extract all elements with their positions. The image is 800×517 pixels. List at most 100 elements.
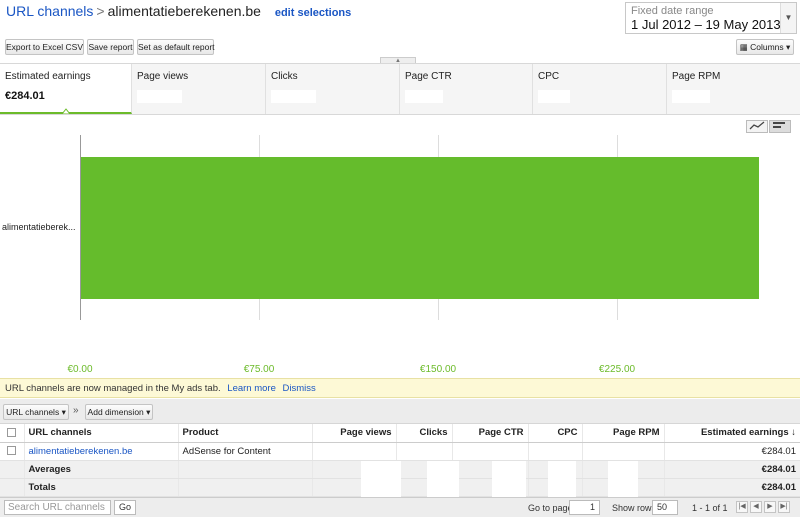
- select-all-cell: [0, 424, 25, 443]
- averages-label: Averages: [24, 460, 179, 479]
- columns-icon: ▦: [739, 42, 748, 52]
- col-header-page-rpm[interactable]: Page RPM: [582, 424, 665, 443]
- active-tab-notch-icon: [62, 108, 70, 114]
- set-default-report-button[interactable]: Set as default report: [137, 39, 215, 55]
- averages-earnings: €284.01: [664, 460, 800, 479]
- spacer-cell: [0, 460, 25, 479]
- redacted-block: [608, 461, 638, 497]
- columns-button[interactable]: ▦ Columns ▾: [736, 39, 794, 55]
- date-range-picker[interactable]: Fixed date range 1 Jul 2012 – 19 May 201…: [625, 2, 797, 34]
- last-page-icon[interactable]: ▶|: [778, 501, 790, 513]
- product-cell: AdSense for Content: [178, 442, 313, 461]
- metric-tab-cpc[interactable]: CPC: [533, 64, 667, 114]
- col-header-page-ctr[interactable]: Page CTR: [452, 424, 529, 443]
- date-range-value: 1 Jul 2012 – 19 May 2013: [631, 17, 781, 32]
- metric-label: Estimated earnings: [5, 71, 91, 82]
- chart-tick-label: €75.00: [243, 364, 275, 375]
- metric-value-hidden: [672, 90, 710, 103]
- metric-label: Clicks: [271, 71, 298, 82]
- table-header-row: URL channels Product Page views Clicks P…: [0, 424, 800, 443]
- notice-text: URL channels are now managed in the My a…: [5, 383, 221, 394]
- metric-value-hidden: [405, 90, 443, 103]
- dismiss-link[interactable]: Dismiss: [283, 383, 316, 394]
- chart-bar[interactable]: [81, 157, 759, 299]
- metric-tab-estimated-earnings[interactable]: Estimated earnings €284.01: [0, 64, 132, 114]
- edit-selections-link[interactable]: edit selections: [275, 7, 351, 19]
- clicks-cell: [396, 442, 453, 461]
- metric-value: €284.01: [5, 90, 45, 102]
- line-chart-toggle-icon[interactable]: [746, 120, 768, 133]
- col-header-cpc[interactable]: CPC: [528, 424, 583, 443]
- col-header-estimated-earnings[interactable]: Estimated earnings ↓: [664, 424, 800, 443]
- search-go-button[interactable]: Go: [114, 500, 137, 515]
- pagination-range: 1 - 1 of 1: [692, 503, 728, 513]
- goto-page-label: Go to page:: [528, 503, 576, 513]
- redacted-block: [492, 461, 526, 497]
- add-dimension-label: Add dimension: [87, 407, 144, 417]
- goto-page-input[interactable]: 1: [569, 500, 600, 515]
- breadcrumb: URL channels > alimentatieberekenen.be edi…: [6, 3, 351, 19]
- show-rows-select[interactable]: 50 ▾: [652, 500, 678, 517]
- breadcrumb-url-channels-link[interactable]: URL channels: [6, 3, 93, 19]
- metric-tab-page-ctr[interactable]: Page CTR: [400, 64, 533, 114]
- table-footer: Go Go to page: 1 Show rows 50 ▾ 1 - 1 of…: [0, 497, 800, 517]
- empty-cell: [178, 478, 313, 497]
- chart-category-label: alimentatieberek...: [2, 222, 76, 232]
- row-checkbox[interactable]: [7, 446, 17, 456]
- select-all-checkbox[interactable]: [7, 428, 17, 438]
- dimension-label: URL channels: [6, 407, 60, 417]
- metric-tabs: Estimated earnings €284.01 Page views Cl…: [0, 63, 800, 115]
- save-report-button[interactable]: Save report: [87, 39, 134, 55]
- spacer-cell: [0, 478, 25, 497]
- redacted-block: [361, 461, 401, 497]
- page-ctr-cell: [452, 442, 529, 461]
- page-rpm-cell: [582, 442, 665, 461]
- cpc-cell: [528, 442, 583, 461]
- empty-cell: [178, 460, 313, 479]
- metric-label: Page RPM: [672, 71, 721, 82]
- col-header-product[interactable]: Product: [178, 424, 313, 443]
- chevrons-right-icon: »: [73, 405, 79, 416]
- breadcrumb-separator: >: [96, 3, 105, 19]
- totals-earnings: €284.01: [664, 478, 800, 497]
- chart-tick-label: €225.00: [598, 364, 636, 375]
- totals-label: Totals: [24, 478, 179, 497]
- col-header-clicks[interactable]: Clicks: [396, 424, 453, 443]
- search-url-channels-input[interactable]: [4, 500, 111, 515]
- metric-label: Page CTR: [405, 71, 452, 82]
- first-page-icon[interactable]: |◀: [736, 501, 748, 513]
- metric-tab-page-rpm[interactable]: Page RPM: [667, 64, 800, 114]
- chevron-down-icon: ▾: [61, 407, 66, 417]
- show-rows-label: Show rows: [612, 503, 657, 513]
- chevron-down-icon: ▾: [786, 42, 791, 52]
- channel-link[interactable]: alimentatieberekenen.be: [24, 442, 179, 461]
- col-header-page-views[interactable]: Page views: [312, 424, 397, 443]
- metric-tab-clicks[interactable]: Clicks: [266, 64, 400, 114]
- breadcrumb-current: alimentatieberekenen.be: [107, 3, 261, 19]
- chart-tick-label: €0.00: [67, 364, 93, 375]
- next-page-icon[interactable]: ▶: [764, 501, 776, 513]
- redacted-block: [427, 461, 459, 497]
- metric-tab-page-views[interactable]: Page views: [132, 64, 266, 114]
- learn-more-link[interactable]: Learn more: [227, 383, 276, 394]
- metric-label: CPC: [538, 71, 560, 82]
- col-header-url-channels[interactable]: URL channels: [24, 424, 179, 443]
- columns-label: Columns: [750, 42, 784, 52]
- redacted-block: [548, 461, 576, 497]
- chevron-down-icon[interactable]: ▼: [780, 3, 796, 33]
- export-csv-button[interactable]: Export to Excel CSV: [5, 39, 84, 55]
- row-select-cell: [0, 442, 25, 461]
- metric-label: Page views: [137, 71, 189, 82]
- table-row: alimentatieberekenen.be AdSense for Cont…: [0, 442, 800, 461]
- dimension-bar: URL channels ▾ » Add dimension ▾: [0, 399, 800, 424]
- bar-chart-toggle-icon[interactable]: [769, 120, 791, 133]
- metric-value-hidden: [137, 90, 182, 103]
- chevron-down-icon: ▾: [146, 407, 151, 417]
- page-views-cell: [312, 442, 397, 461]
- add-dimension-button[interactable]: Add dimension ▾: [85, 404, 153, 420]
- previous-page-icon[interactable]: ◀: [750, 501, 762, 513]
- date-range-label: Fixed date range: [631, 5, 714, 17]
- url-channels-dimension-button[interactable]: URL channels ▾: [3, 404, 69, 420]
- metric-value-hidden: [271, 90, 316, 103]
- chart-tick-label: €150.00: [419, 364, 457, 375]
